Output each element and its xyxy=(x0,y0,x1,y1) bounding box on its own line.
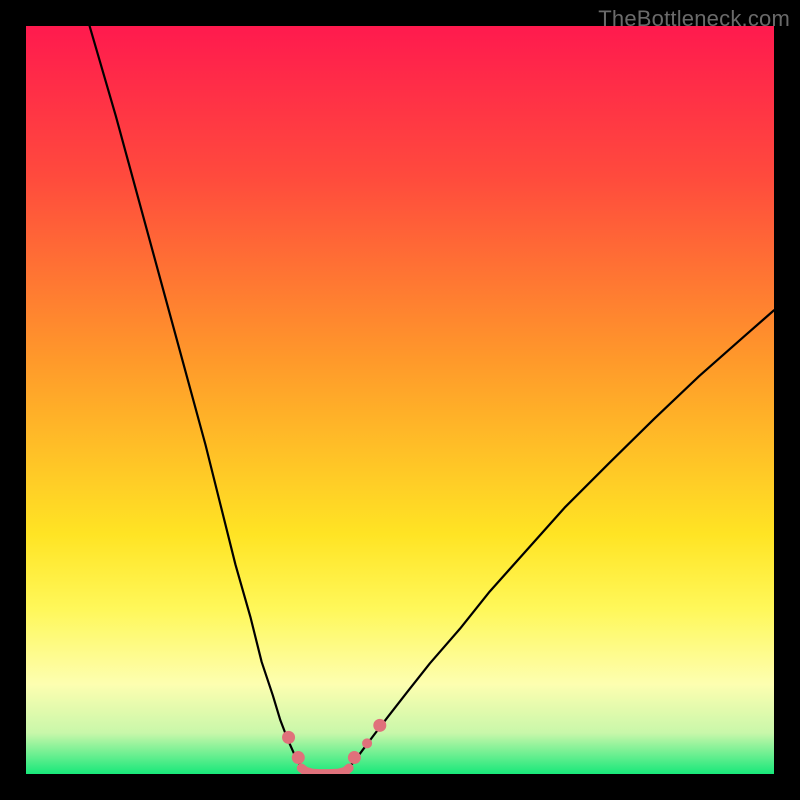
bottleneck-chart xyxy=(26,26,774,774)
marker-3 xyxy=(362,738,372,748)
marker-0 xyxy=(282,731,295,744)
chart-background xyxy=(26,26,774,774)
marker-1 xyxy=(292,751,305,764)
marker-2 xyxy=(348,751,361,764)
chart-frame xyxy=(26,26,774,774)
marker-4 xyxy=(373,719,386,732)
watermark-text: TheBottleneck.com xyxy=(598,6,790,32)
